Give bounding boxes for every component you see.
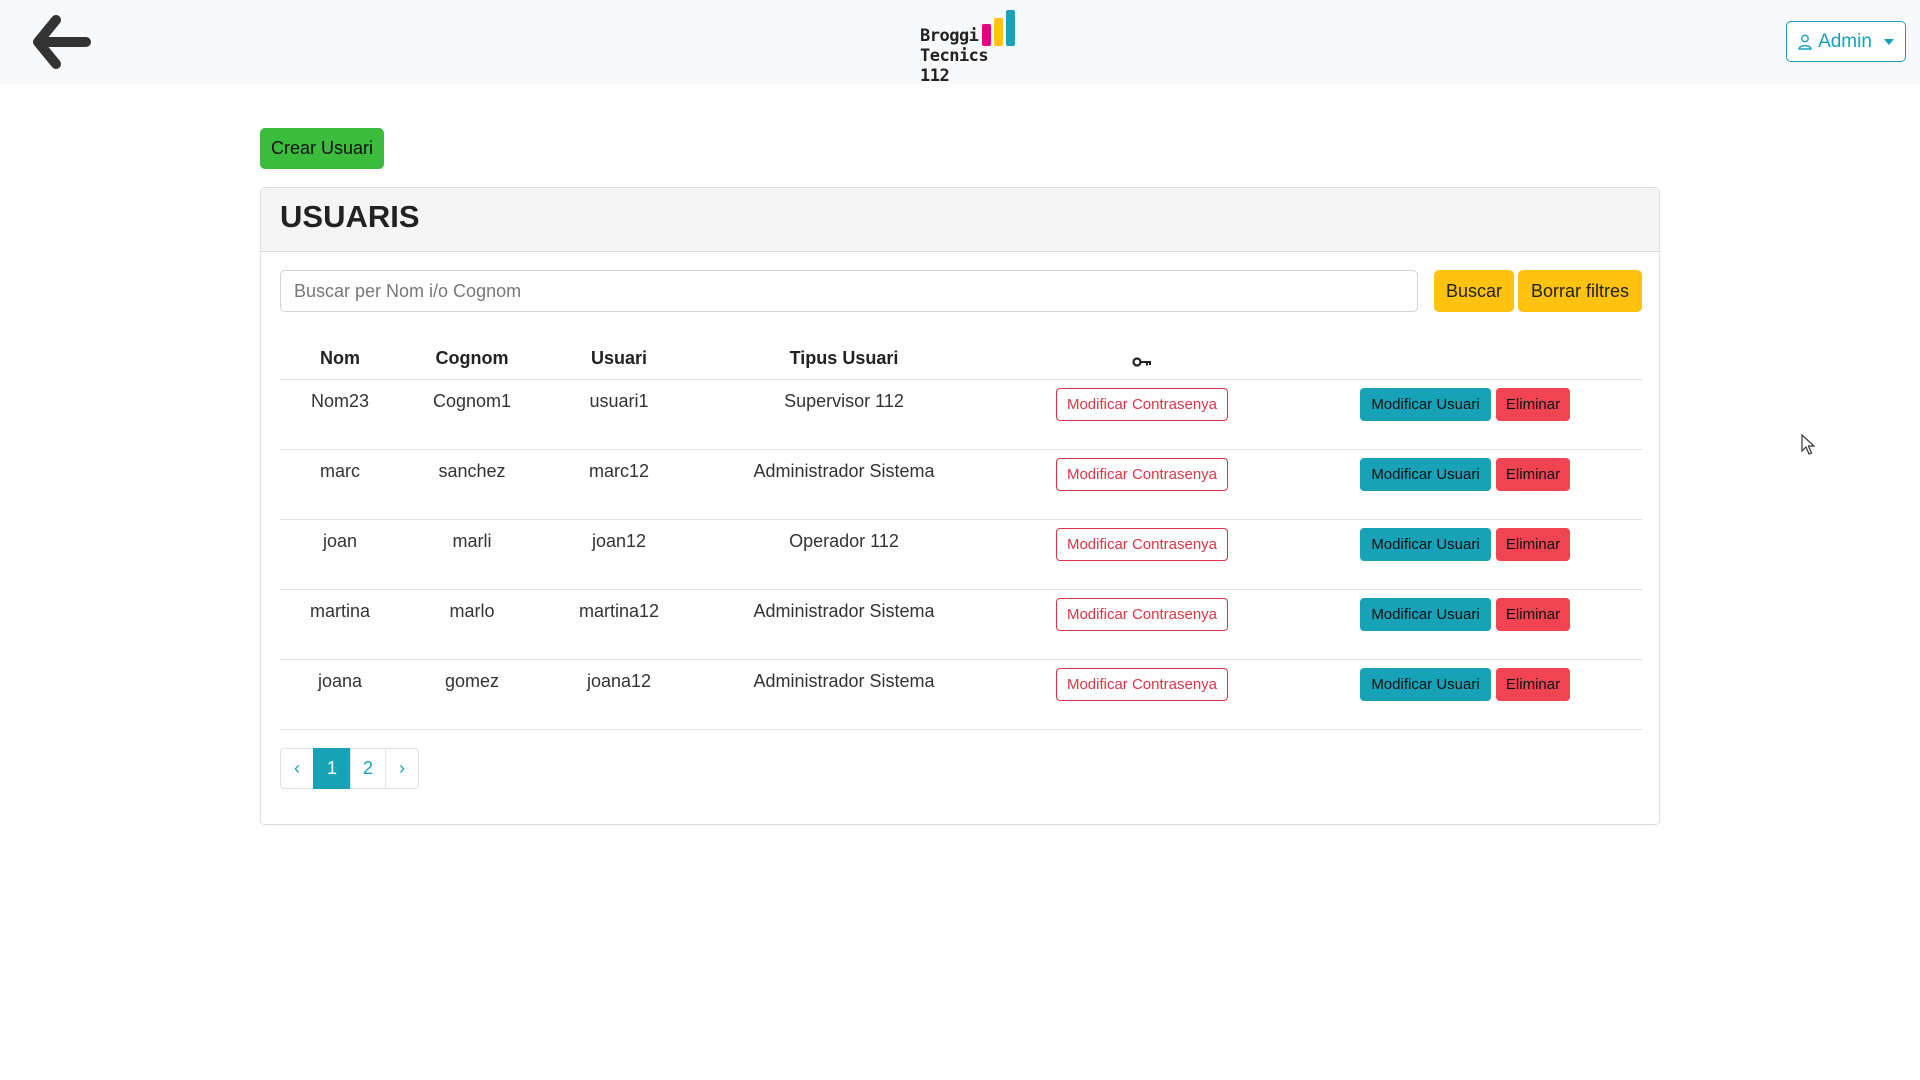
create-user-button[interactable]: Crear Usuari <box>260 128 384 169</box>
edit-user-button[interactable]: Modificar Usuari <box>1360 668 1491 701</box>
cell-usuari: joan12 <box>591 531 647 551</box>
pagination-prev-button[interactable]: ‹ <box>280 748 314 789</box>
edit-user-button[interactable]: Modificar Usuari <box>1360 458 1491 491</box>
clear-filters-button[interactable]: Borrar filtres <box>1518 270 1642 312</box>
column-header-nom: Nom <box>320 348 360 368</box>
delete-user-button[interactable]: Eliminar <box>1496 598 1570 631</box>
edit-user-button[interactable]: Modificar Usuari <box>1360 388 1491 421</box>
search-input[interactable] <box>280 270 1418 312</box>
delete-user-button[interactable]: Eliminar <box>1496 388 1570 421</box>
row-divider <box>280 519 1642 520</box>
cell-nom: joana <box>317 671 363 691</box>
cell-nom: Nom23 <box>310 391 370 411</box>
delete-user-button[interactable]: Eliminar <box>1496 668 1570 701</box>
cell-nom: martina <box>309 601 371 621</box>
pagination-page-1[interactable]: 1 <box>313 748 351 789</box>
row-divider <box>280 449 1642 450</box>
change-password-button[interactable]: Modificar Contrasenya <box>1056 528 1228 561</box>
change-password-button[interactable]: Modificar Contrasenya <box>1056 598 1228 631</box>
broggi-logo: Broggi Tecnics 112 <box>916 8 1026 86</box>
admin-label: Admin <box>1818 30 1872 52</box>
cell-tipus: Supervisor 112 <box>784 391 904 411</box>
chevron-down-icon <box>1883 38 1894 45</box>
pagination-page-2[interactable]: 2 <box>350 748 386 789</box>
search-button[interactable]: Buscar <box>1434 270 1514 312</box>
cell-nom: marc <box>320 461 360 481</box>
back-arrow-icon[interactable] <box>30 12 94 72</box>
change-password-button[interactable]: Modificar Contrasenya <box>1056 668 1228 701</box>
row-divider <box>280 729 1642 730</box>
change-password-button[interactable]: Modificar Contrasenya <box>1056 388 1228 421</box>
users-card: USUARIS Buscar Borrar filtres Nom Cognom… <box>260 187 1660 825</box>
delete-user-button[interactable]: Eliminar <box>1496 528 1570 561</box>
delete-user-button[interactable]: Eliminar <box>1496 458 1570 491</box>
cell-tipus: Administrador Sistema <box>753 671 935 691</box>
cell-tipus: Operador 112 <box>789 531 899 551</box>
row-divider <box>280 589 1642 590</box>
cell-cognom: Cognom1 <box>432 391 512 411</box>
column-header-tipus: Tipus Usuari <box>789 348 899 368</box>
header-divider <box>280 379 1642 380</box>
column-header-cognom: Cognom <box>435 348 509 368</box>
logo-line-2: Tecnics 112 <box>920 46 989 86</box>
cell-usuari: joana12 <box>586 671 652 691</box>
user-icon <box>1798 34 1812 50</box>
cell-nom: joan <box>322 531 358 551</box>
edit-user-button[interactable]: Modificar Usuari <box>1360 598 1491 631</box>
cell-usuari: usuari1 <box>589 391 649 411</box>
change-password-button[interactable]: Modificar Contrasenya <box>1056 458 1228 491</box>
cell-usuari: marc12 <box>588 461 650 481</box>
pagination-next-button[interactable]: › <box>385 748 419 789</box>
column-header-usuari: Usuari <box>590 348 648 368</box>
cell-tipus: Administrador Sistema <box>753 461 935 481</box>
edit-user-button[interactable]: Modificar Usuari <box>1360 528 1491 561</box>
logo-bars-icon <box>982 10 1018 46</box>
cell-usuari: martina12 <box>578 601 660 621</box>
card-header: USUARIS <box>261 188 1659 252</box>
admin-menu-button[interactable]: Admin <box>1786 21 1906 62</box>
pagination: ‹ 1 2 › <box>280 748 419 789</box>
row-divider <box>280 659 1642 660</box>
key-icon <box>1132 357 1151 367</box>
mouse-cursor-icon <box>1801 434 1815 455</box>
page-title: USUARIS <box>280 199 420 234</box>
cell-cognom: gomez <box>444 671 500 691</box>
top-navbar: Broggi Tecnics 112 Admin <box>0 0 1920 86</box>
cell-cognom: marli <box>452 531 492 551</box>
cell-cognom: sanchez <box>438 461 506 481</box>
cell-cognom: marlo <box>449 601 495 621</box>
cell-tipus: Administrador Sistema <box>753 601 935 621</box>
